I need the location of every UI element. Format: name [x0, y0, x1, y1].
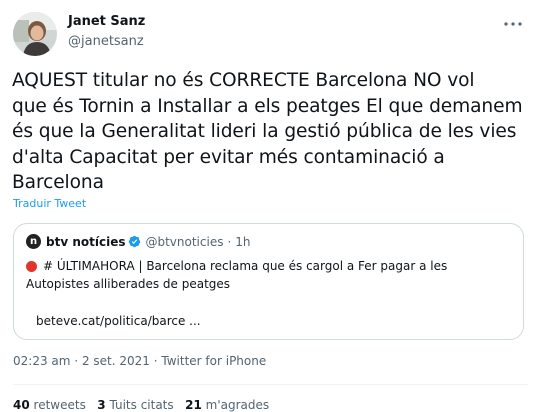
verified-icon	[128, 235, 141, 248]
quoted-tweet-time: 1h	[235, 234, 251, 249]
tweet-stats: 40 retweets 3 Tuits citats 21 m'agrades	[13, 398, 269, 412]
separator-dot: ·	[74, 354, 79, 368]
quoted-text-line-1: # ÚLTIMAHORA | Barcelona reclama que és …	[26, 258, 447, 274]
separator-dot: ·	[153, 354, 158, 368]
quoted-tweet[interactable]: n btv notícies @btvnoticies · 1h # ÚLTIM…	[13, 223, 524, 340]
quotes-count[interactable]: 3	[97, 398, 105, 412]
likes-label[interactable]: m'agrades	[206, 398, 270, 412]
more-options-button[interactable]	[498, 9, 528, 39]
quoted-text-line-2: Autopistes alliberades de peatges	[26, 277, 231, 291]
retweets-count[interactable]: 40	[13, 398, 30, 412]
tweet-text: AQUEST titular no és CORRECTE Barcelona …	[12, 70, 523, 193]
tweet-meta: 02:23 am · 2 set. 2021 · Twitter for iPh…	[13, 354, 266, 368]
quoted-author-name: btv notícies	[46, 234, 126, 249]
avatar[interactable]	[13, 12, 57, 56]
tweet-source[interactable]: Twitter for iPhone	[161, 354, 266, 368]
retweets-label[interactable]: retweets	[34, 398, 86, 412]
likes-count[interactable]: 21	[185, 398, 202, 412]
quoted-text-1: # ÚLTIMAHORA | Barcelona reclama que és …	[43, 259, 448, 273]
more-icon	[504, 22, 522, 26]
quoted-tweet-header: n btv notícies @btvnoticies · 1h	[26, 234, 251, 249]
quoted-author-handle: @btvnoticies	[145, 234, 224, 249]
quoted-link[interactable]: beteve.cat/politica/barce ...	[36, 314, 201, 328]
author-info: Janet Sanz @janetsanz	[68, 13, 145, 50]
tweet-date[interactable]: 2 set. 2021	[82, 354, 150, 368]
author-handle[interactable]: @janetsanz	[68, 33, 145, 50]
author-name[interactable]: Janet Sanz	[68, 13, 145, 30]
tweet-time[interactable]: 02:23 am	[13, 354, 70, 368]
separator-dot: ·	[227, 234, 232, 249]
quotes-label[interactable]: Tuits citats	[109, 398, 173, 412]
translate-tweet-link[interactable]: Traduir Tweet	[13, 197, 86, 210]
red-circle-icon	[26, 260, 37, 272]
divider	[13, 384, 528, 385]
avatar-photo	[13, 12, 57, 56]
btv-logo: n	[26, 234, 41, 249]
